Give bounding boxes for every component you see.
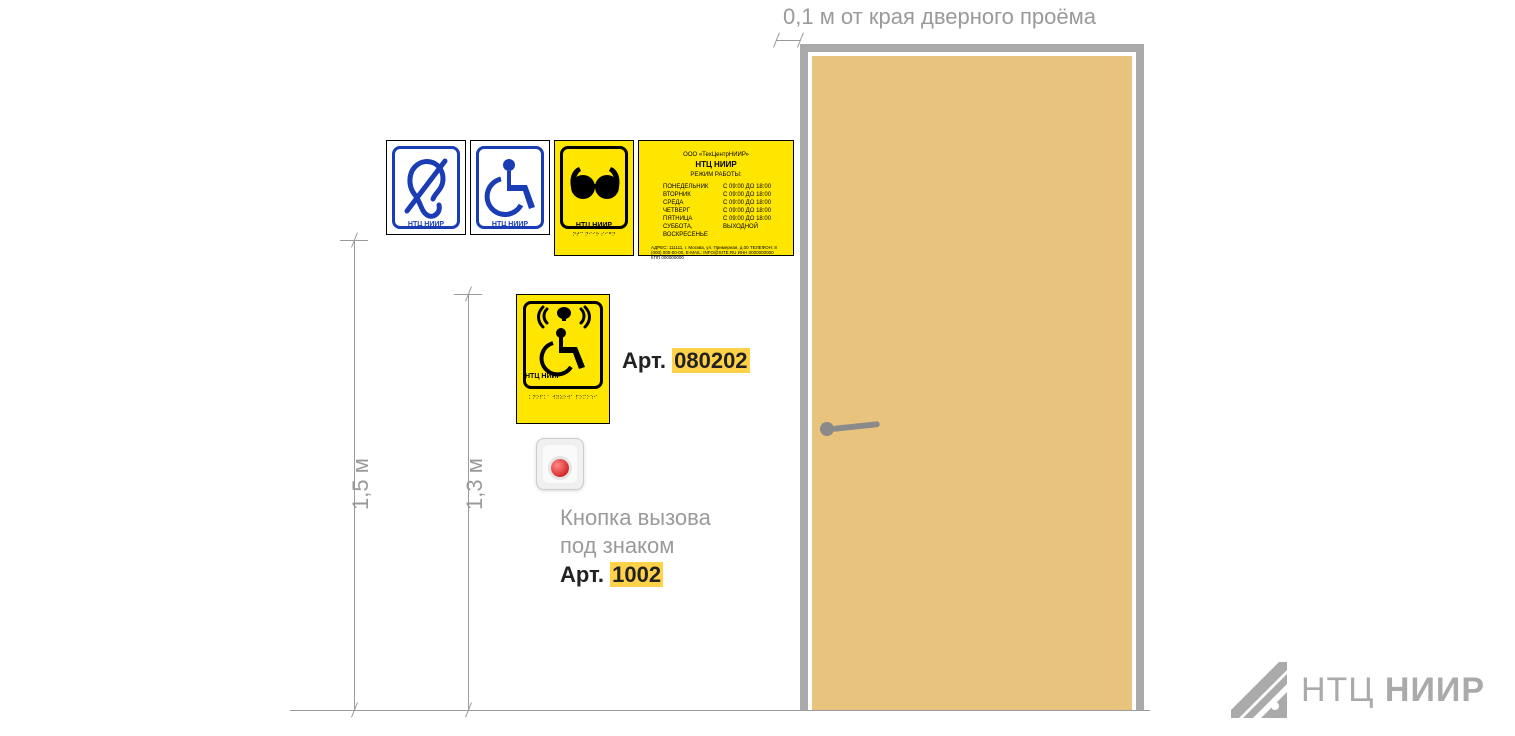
- sign-call-assistance: НТЦ НИИР ⠅⠝⠕⠏⠅⠁ ⠺⠽⠵⠕⠺⠁ ⠏⠕⠍⠕⠱⠊: [516, 294, 610, 424]
- schedule-hours: С 09:00 ДО 18:00: [723, 207, 771, 215]
- logo-part2: НИИР: [1385, 671, 1485, 709]
- article-label-sign: Арт. 080202: [622, 348, 750, 374]
- schedule-day: ЧЕТВЕРГ: [663, 207, 723, 215]
- schedule-hours: С 09:00 ДО 18:00: [723, 215, 771, 223]
- info-schedule: ПОНЕДЕЛЬНИКС 09:00 ДО 18:00 ВТОРНИКС 09:…: [663, 183, 787, 239]
- floor-line: [290, 710, 1150, 711]
- article-prefix: Арт.: [622, 348, 666, 373]
- caption-line: Кнопка вызова: [560, 505, 711, 530]
- article-label-button: Арт. 1002: [560, 562, 663, 588]
- article-prefix: Арт.: [560, 562, 604, 587]
- info-address: АДРЕС: 111111, г. Москва, ул. Примерная,…: [645, 245, 787, 260]
- dimension-label-outer: 1,5 м: [348, 458, 374, 510]
- top-dimension-label: 0,1 м от края дверного проёма: [783, 4, 1096, 30]
- schedule-day: СРЕДА: [663, 199, 723, 207]
- logo-part1: НТЦ: [1301, 671, 1374, 709]
- logo-text: НТЦ НИИР: [1301, 671, 1485, 710]
- article-code: 1002: [610, 562, 663, 587]
- brand-logo: НТЦ НИИР: [1231, 662, 1485, 718]
- article-code: 080202: [672, 348, 749, 373]
- schedule-day: ВТОРНИК: [663, 191, 723, 199]
- sign-visually-impaired: НТЦ НИИР ⠝⠞⠉ ⠝⠊⠊⠗ ⠎⠊⠛⠝: [554, 140, 634, 256]
- call-assistance-icon: [517, 295, 611, 395]
- sign-brand-label: НТЦ НИИР: [387, 221, 465, 228]
- info-title: НТЦ НИИР: [645, 161, 787, 169]
- sos-button-icon: [551, 459, 569, 477]
- sign-hearing-impaired: НТЦ НИИР: [386, 140, 466, 235]
- logo-icon: [1231, 662, 1287, 718]
- top-dimension-line: [776, 40, 800, 41]
- schedule-day: СУББОТА, ВОСКРЕСЕНЬЕ: [663, 223, 723, 239]
- schedule-hours: С 09:00 ДО 18:00: [723, 183, 771, 191]
- call-button-caption: Кнопка вызова под знаком: [560, 504, 711, 560]
- schedule-hours: ВЫХОДНОЙ: [723, 223, 758, 239]
- sign-brand-label: НТЦ НИИР: [525, 373, 561, 380]
- schedule-day: ПЯТНИЦА: [663, 215, 723, 223]
- door-handle-icon: [820, 422, 880, 436]
- sign-brand-label: НТЦ НИИР: [555, 222, 633, 229]
- sign-wheelchair: НТЦ НИИР: [470, 140, 550, 235]
- door-leaf: [812, 56, 1132, 710]
- caption-line: под знаком: [560, 533, 674, 558]
- info-company: ООО «ТехЦентрНИИР»: [645, 151, 787, 159]
- schedule-hours: С 09:00 ДО 18:00: [723, 191, 771, 199]
- sign-info-schedule: ООО «ТехЦентрНИИР» НТЦ НИИР РЕЖИМ РАБОТЫ…: [638, 140, 794, 256]
- schedule-day: ПОНЕДЕЛЬНИК: [663, 183, 723, 191]
- info-subtitle: РЕЖИМ РАБОТЫ:: [645, 171, 787, 179]
- dimension-label-inner: 1,3 м: [462, 458, 488, 510]
- schedule-hours: С 09:00 ДО 18:00: [723, 199, 771, 207]
- braille-text: ⠅⠝⠕⠏⠅⠁ ⠺⠽⠵⠕⠺⠁ ⠏⠕⠍⠕⠱⠊: [517, 395, 609, 417]
- diagram-canvas: 0,1 м от края дверного проёма 1,5 м 1,3 …: [0, 0, 1515, 736]
- call-button-device: [536, 438, 584, 490]
- sign-brand-label: НТЦ НИИР: [471, 221, 549, 228]
- braille-text: ⠝⠞⠉ ⠝⠊⠊⠗ ⠎⠊⠛⠝: [555, 232, 633, 252]
